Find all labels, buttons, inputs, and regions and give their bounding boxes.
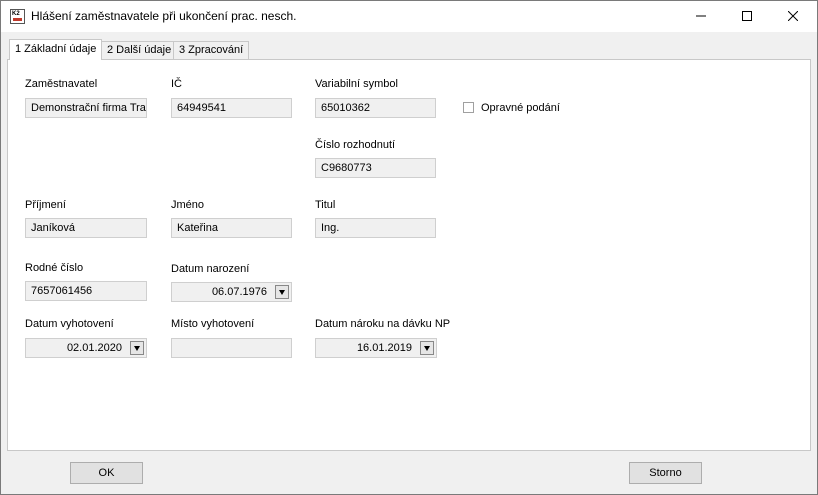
ic-label: IČ [171, 78, 182, 90]
storno-button[interactable]: Storno [629, 462, 702, 484]
maximize-icon [742, 11, 752, 21]
jmeno-label: Jméno [171, 199, 205, 211]
zamestnavatel-label: Zaměstnavatel [25, 78, 98, 90]
datum-vyhotoveni-label: Datum vyhotovení [25, 318, 114, 330]
rodne-cislo-field[interactable]: 7657061456 [25, 281, 147, 301]
tab-panel: Zaměstnavatel Demonstrační firma Trade I… [7, 59, 811, 451]
titul-label: Titul [315, 199, 336, 211]
ok-button[interactable]: OK [70, 462, 143, 484]
close-icon [787, 10, 799, 22]
cislo-rozhodnuti-field[interactable]: C9680773 [315, 158, 436, 178]
ic-field[interactable]: 64949541 [171, 98, 292, 118]
tab-zakladni-udaje[interactable]: 1 Základní údaje [9, 39, 103, 60]
variabilni-symbol-label: Variabilní symbol [315, 78, 398, 90]
datum-naroku-label: Datum nároku na dávku NP [315, 318, 451, 330]
zamestnavatel-field[interactable]: Demonstrační firma Trade [25, 98, 147, 118]
opravne-podani-label[interactable]: Opravné podání [481, 102, 560, 114]
prijmeni-field[interactable]: Janíková [25, 218, 147, 238]
variabilni-symbol-field[interactable]: 65010362 [315, 98, 436, 118]
misto-vyhotoveni-label: Místo vyhotovení [171, 318, 255, 330]
tab-dalsi-udaje[interactable]: 2 Další údaje [101, 41, 178, 59]
cislo-rozhodnuti-label: Číslo rozhodnutí [315, 139, 396, 151]
chevron-down-icon[interactable] [275, 285, 289, 299]
datum-narozeni-label: Datum narození [171, 263, 250, 275]
dialog-window: K2 Hlášení zaměstnavatele při ukončení p… [0, 0, 818, 495]
app-icon: K2 [10, 9, 25, 24]
minimize-button[interactable] [678, 1, 724, 32]
prijmeni-label: Příjmení [25, 199, 66, 211]
datum-naroku-value: 16.01.2019 [356, 342, 412, 354]
rodne-cislo-label: Rodné číslo [25, 262, 84, 274]
datum-narozeni-value: 06.07.1976 [211, 286, 267, 298]
minimize-icon [696, 15, 706, 17]
jmeno-field[interactable]: Kateřina [171, 218, 292, 238]
chevron-down-icon[interactable] [420, 341, 434, 355]
datum-vyhotoveni-value: 02.01.2020 [66, 342, 122, 354]
datum-narozeni-picker[interactable]: 06.07.1976 [171, 282, 292, 302]
window-title: Hlášení zaměstnavatele při ukončení prac… [31, 9, 297, 23]
datum-vyhotoveni-picker[interactable]: 02.01.2020 [25, 338, 147, 358]
tab-zpracovani[interactable]: 3 Zpracování [173, 41, 250, 59]
datum-naroku-picker[interactable]: 16.01.2019 [315, 338, 437, 358]
title-bar[interactable]: K2 Hlášení zaměstnavatele při ukončení p… [1, 1, 817, 32]
app-icon-text: K2 [12, 11, 20, 17]
chevron-down-icon[interactable] [130, 341, 144, 355]
titul-field[interactable]: Ing. [315, 218, 436, 238]
maximize-button[interactable] [724, 1, 770, 32]
close-button[interactable] [770, 1, 816, 32]
misto-vyhotoveni-field[interactable] [171, 338, 292, 358]
opravne-podani-checkbox[interactable] [463, 102, 474, 113]
